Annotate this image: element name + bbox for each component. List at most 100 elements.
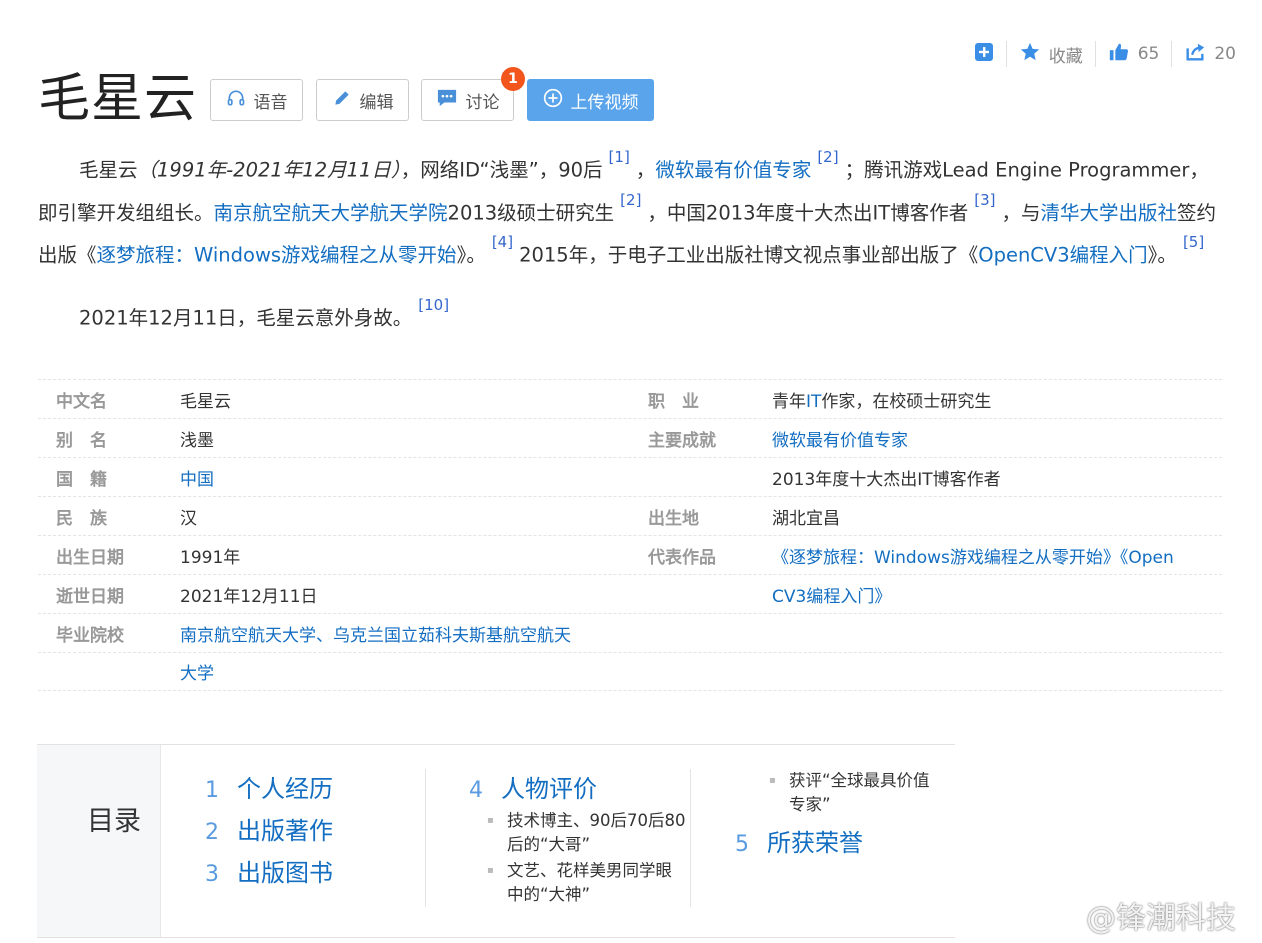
summary-text: 2013级硕士研究生 [447,201,615,224]
info-row: 中文名 毛星云 职 业 青年IT作家，在校硕士研究生 [38,379,1222,418]
toc-item[interactable]: 2 出版著作 [205,811,333,853]
toc-label: 所获荣誉 [767,829,863,857]
reference-link[interactable]: [2] [620,191,641,209]
toc-subitem[interactable]: 文艺、花样美男同学眼中的“大神” [469,859,687,907]
info-row: 国 籍 中国 2013年度十大杰出IT博客作者 [38,457,1222,496]
reference-link[interactable]: [10] [418,296,449,314]
summary-text: ，网络ID“浅墨”，90后 [400,158,603,182]
discuss-button[interactable]: 讨论 1 [421,67,525,121]
toc-column: 4 人物评价 技术博主、90后70后80后的“大哥” 文艺、花样美男同学眼中的“大… [469,769,687,907]
edit-label: 编辑 [359,92,394,113]
toc-label: 出版著作 [237,817,333,845]
toc-column: 1 个人经历 2 出版著作 3 出版图书 [205,769,333,895]
link-tsinghua-press[interactable]: 清华大学出版社 [1040,201,1177,224]
like-button[interactable]: 65 [1096,41,1172,67]
info-key: 中文名 [56,391,107,412]
toc-item[interactable]: 1 个人经历 [205,769,333,811]
reference-link[interactable]: [2] [817,148,838,166]
toc-item[interactable]: 4 人物评价 [469,769,687,811]
share-button[interactable]: 20 [1172,41,1248,67]
link-alma-mater-cont[interactable]: 大学 [180,664,214,684]
reference-link[interactable]: [1] [609,148,630,166]
link-representative-works-cont[interactable]: CV3编程入门》 [772,587,891,607]
plus-circle-icon [543,88,563,113]
collect-button[interactable]: 收藏 [1007,41,1095,67]
toc-heading: 目录 [87,806,141,837]
summary-text: ，中国2013年度十大杰出IT博客作者 [647,201,969,224]
toc-subitem[interactable]: 技术博主、90后70后80后的“大哥” [469,809,687,857]
info-value: 1991年 [180,547,241,568]
toc-item[interactable]: 5 所获荣誉 [735,823,945,865]
summary-text: 》。 [456,243,486,267]
info-row: 出生日期 1991年 代表作品 《逐梦旅程：Windows游戏编程之从零开始》《… [38,535,1222,574]
info-value: 湖北宜昌 [772,508,840,529]
link-book-2[interactable]: OpenCV3编程入门 [978,244,1147,267]
upload-label: 上传视频 [570,92,639,113]
info-value: 青年IT作家，在校硕士研究生 [772,391,992,412]
link-book-1[interactable]: 逐梦旅程：Windows游戏编程之从零开始 [97,244,457,267]
link-representative-works[interactable]: 《逐梦旅程：Windows游戏编程之从零开始》《Open [772,548,1174,568]
summary-text: 2015年，于电子工业出版社博文视点事业部出版了《 [519,243,979,267]
info-value: 毛星云 [180,391,231,412]
toc-divider [690,769,691,907]
summary-text: ， [635,158,656,182]
add-button[interactable] [962,41,1006,67]
share-count: 20 [1214,44,1236,64]
edit-button[interactable]: 编辑 [316,79,409,121]
toc-number: 3 [205,862,219,887]
like-count: 65 [1137,44,1160,64]
info-key: 代表作品 [648,547,716,568]
info-value: 2021年12月11日 [180,586,318,607]
info-key: 国 籍 [56,469,107,490]
lemma-summary: 毛星云（1991年-2021年12月11日），网络ID“浅墨”，90后 [1] ，微… [38,146,1228,336]
link-mvp[interactable]: 微软最有价值专家 [655,159,811,182]
upload-video-button[interactable]: 上传视频 [527,79,654,121]
page-title: 毛星云 [38,69,198,129]
reference-link[interactable]: [3] [974,191,995,209]
toc-subitem[interactable]: 获评“全球最具价值专家” [751,769,945,817]
reference-link[interactable]: [5] [1183,233,1204,251]
toc-item[interactable]: 3 出版图书 [205,853,333,895]
toc-label: 人物评价 [501,775,597,803]
toc-number: 5 [735,832,749,857]
share-icon [1184,41,1206,68]
info-key: 民 族 [56,508,107,529]
link-it[interactable]: IT [806,392,821,412]
headphones-icon [226,88,246,113]
toc-number: 2 [205,820,219,845]
info-key: 逝世日期 [56,586,124,607]
info-key: 职 业 [648,391,699,412]
summary-name: 毛星云 [79,158,138,182]
reference-link[interactable]: [4] [492,233,513,251]
info-key: 出生日期 [56,547,124,568]
collect-label: 收藏 [1048,46,1083,67]
chat-bubble-icon [436,88,458,113]
weibo-icon [1040,896,1080,934]
summary-text: ，与 [1001,201,1041,224]
info-row: 别 名 浅墨 主要成就 微软最有价值专家 [38,418,1222,457]
toc-number: 4 [469,778,483,803]
info-value: 浅墨 [180,430,214,451]
info-value: 2013年度十大杰出IT博客作者 [772,469,1001,490]
info-value: 汉 [180,508,197,529]
toc-number: 1 [205,778,219,803]
discuss-label: 讨论 [465,92,500,113]
info-row: 民 族 汉 出生地 湖北宜昌 [38,496,1222,535]
info-key: 别 名 [56,430,107,451]
notification-badge: 1 [501,67,525,91]
pencil-icon [332,88,352,113]
star-icon [1019,41,1041,68]
link-china[interactable]: 中国 [180,470,214,490]
table-of-contents: 目录 1 个人经历 2 出版著作 3 出版图书 4 人物评价 技术博主、90后70后80… [37,744,955,938]
voice-label: 语音 [253,92,288,113]
watermark: @锋潮科技 [1040,893,1236,937]
info-key: 主要成就 [648,430,716,451]
toc-label: 出版图书 [237,859,333,887]
link-nuaa[interactable]: 南京航空航天大学航天学院 [214,201,448,224]
toc-heading-panel: 目录 [37,745,161,937]
link-mvp-info[interactable]: 微软最有价值专家 [772,431,908,451]
info-row: 逝世日期 2021年12月11日 CV3编程入门》 [38,574,1222,613]
link-alma-mater[interactable]: 南京航空航天大学、乌克兰国立茹科夫斯基航空航天 [180,626,571,646]
voice-button[interactable]: 语音 [210,79,303,121]
toc-column: 获评“全球最具价值专家” 5 所获荣誉 [735,769,945,865]
